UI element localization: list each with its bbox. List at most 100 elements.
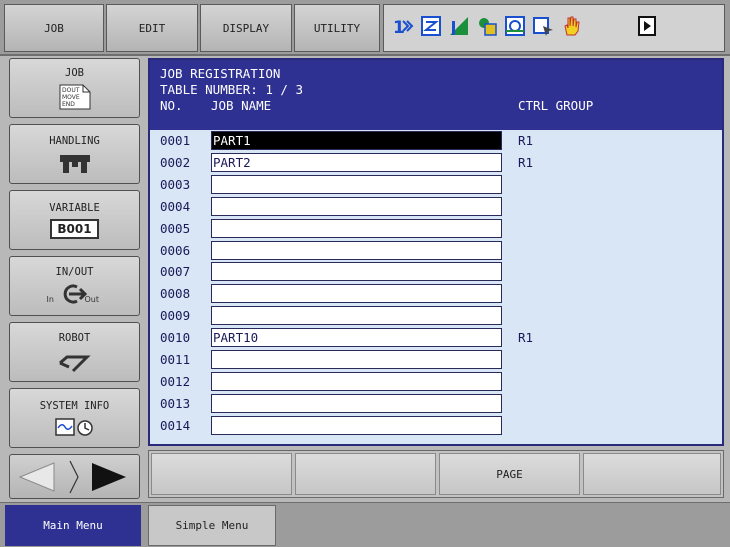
robot-arm-icon (58, 355, 91, 372)
table-row[interactable]: 0002 PART2 R1 (150, 152, 722, 174)
in-out-arrow-icon (63, 284, 87, 303)
side-menu-inout[interactable]: IN/OUT In Out (9, 256, 140, 316)
table-row[interactable]: 0007 (150, 261, 722, 283)
svg-text:1: 1 (393, 18, 405, 37)
job-name-field[interactable] (211, 262, 502, 282)
row-number: 0005 (160, 220, 191, 236)
inout-in-label: In (46, 294, 54, 304)
edit-menu-button[interactable]: EDIT (106, 4, 198, 52)
page-separator-icon (69, 460, 79, 494)
status-icon-area: 1 (383, 4, 725, 52)
row-number: 0008 (160, 286, 191, 302)
column-header-no: NO. (160, 98, 183, 113)
job-menu-button[interactable]: JOB (4, 4, 104, 52)
row-number: 0011 (160, 352, 191, 367)
table-row[interactable]: 0013 (150, 393, 722, 415)
row-number: 0010 (160, 330, 191, 346)
column-header-ctrl-group: CTRL GROUP (518, 98, 594, 113)
page-button[interactable]: PAGE (439, 453, 580, 495)
function-key-bar: PAGE (148, 450, 724, 498)
job-name-field[interactable] (211, 218, 502, 238)
job-registration-panel: JOB REGISTRATION TABLE NUMBER: 1 / 3 NO.… (148, 58, 724, 446)
side-menu-page-arrows (9, 454, 140, 499)
cycle-icon (450, 17, 468, 35)
tab-simple-menu[interactable]: Simple Menu (148, 505, 276, 546)
security-icon (479, 18, 497, 36)
edit-mode-icon (421, 16, 441, 36)
row-number: 0014 (160, 417, 191, 433)
side-menu-job-label: JOB (65, 66, 84, 79)
side-menu-inout-label: IN/OUT (55, 265, 94, 278)
bottom-tab-bar: Main Menu Simple Menu (0, 502, 730, 547)
row-number: 0003 (160, 176, 191, 192)
table-row[interactable]: 0004 (150, 196, 722, 218)
side-menu-robot[interactable]: ROBOT (9, 322, 140, 382)
gripper-icon (59, 154, 90, 173)
table-row[interactable]: 0012 (150, 371, 722, 393)
table-number: TABLE NUMBER: 1 / 3 (160, 82, 303, 97)
page-forward-arrow-icon[interactable] (90, 461, 130, 493)
job-name-field[interactable]: PART1 (211, 131, 502, 150)
ctrl-group-value: R1 (518, 154, 534, 170)
side-menu-variable-label: VARIABLE (49, 201, 100, 214)
row-number: 0001 (160, 133, 191, 148)
job-icon-line-3: END (62, 101, 75, 108)
job-name-field[interactable] (211, 371, 502, 391)
job-name-field[interactable] (211, 393, 502, 413)
side-menu-system-info[interactable]: SYSTEM INFO (9, 388, 140, 448)
job-name-field[interactable] (211, 306, 502, 326)
job-name-field[interactable]: PART10 (211, 328, 502, 348)
tab-main-menu[interactable]: Main Menu (5, 505, 141, 546)
job-name-field[interactable] (211, 174, 502, 194)
variable-badge: B001 (50, 218, 99, 239)
function-key-5[interactable] (583, 453, 721, 495)
table-row[interactable]: 0011 (150, 349, 722, 371)
hand-icon (564, 16, 580, 36)
row-number: 0007 (160, 264, 191, 280)
panel-header: JOB REGISTRATION TABLE NUMBER: 1 / 3 NO.… (150, 60, 722, 130)
step-mode-icon: 1 (393, 18, 414, 37)
ctrl-group-value: R1 (518, 133, 534, 148)
job-name-field[interactable] (211, 284, 502, 304)
table-row[interactable]: 0008 (150, 283, 722, 305)
page-back-arrow-icon[interactable] (16, 461, 56, 493)
inout-out-label: Out (84, 294, 100, 304)
job-name-field[interactable] (211, 350, 502, 369)
row-number: 0009 (160, 308, 191, 324)
side-menu-variable[interactable]: VARIABLE B001 (9, 190, 140, 250)
function-key-2[interactable] (295, 453, 436, 495)
ctrl-group-value: R1 (518, 330, 534, 346)
side-menu-job[interactable]: JOB DOUT MOVE END (9, 58, 140, 118)
job-icon-line-1: DOUT (62, 87, 80, 94)
table-row[interactable]: 0003 (150, 174, 722, 196)
cursor-icon (533, 17, 553, 36)
column-header-job-name: JOB NAME (211, 98, 272, 113)
function-key-1[interactable] (151, 453, 292, 495)
inout-icon: In Out (45, 283, 105, 307)
job-name-field[interactable] (211, 415, 502, 435)
utility-menu-button[interactable]: UTILITY (294, 4, 380, 52)
display-menu-button[interactable]: DISPLAY (200, 4, 292, 52)
playback-icon (505, 16, 525, 36)
side-menu-handling[interactable]: HANDLING (9, 124, 140, 184)
job-name-field[interactable] (211, 196, 502, 216)
row-number: 0006 (160, 242, 191, 258)
table-row[interactable]: 0001 PART1 R1 (150, 130, 722, 152)
row-number: 0012 (160, 373, 191, 389)
side-menu-robot-label: ROBOT (58, 331, 91, 344)
job-document-icon: DOUT MOVE END (59, 84, 90, 109)
system-info-icon (54, 417, 93, 436)
side-menu-system-info-label: SYSTEM INFO (39, 399, 110, 412)
table-row[interactable]: 0010 PART10 R1 (150, 327, 722, 349)
job-name-field[interactable]: PART2 (211, 152, 502, 172)
table-row[interactable]: 0005 (150, 218, 722, 240)
table-row[interactable]: 0014 (150, 415, 722, 437)
panel-title: JOB REGISTRATION (160, 66, 281, 81)
job-name-field[interactable] (211, 240, 502, 260)
table-row[interactable]: 0006 (150, 240, 722, 262)
top-menu-bar: JOB EDIT DISPLAY UTILITY 1 (0, 0, 730, 56)
side-menu-handling-label: HANDLING (49, 134, 100, 147)
row-number: 0004 (160, 198, 191, 214)
job-icon-line-2: MOVE (62, 94, 80, 101)
table-row[interactable]: 0009 (150, 305, 722, 327)
